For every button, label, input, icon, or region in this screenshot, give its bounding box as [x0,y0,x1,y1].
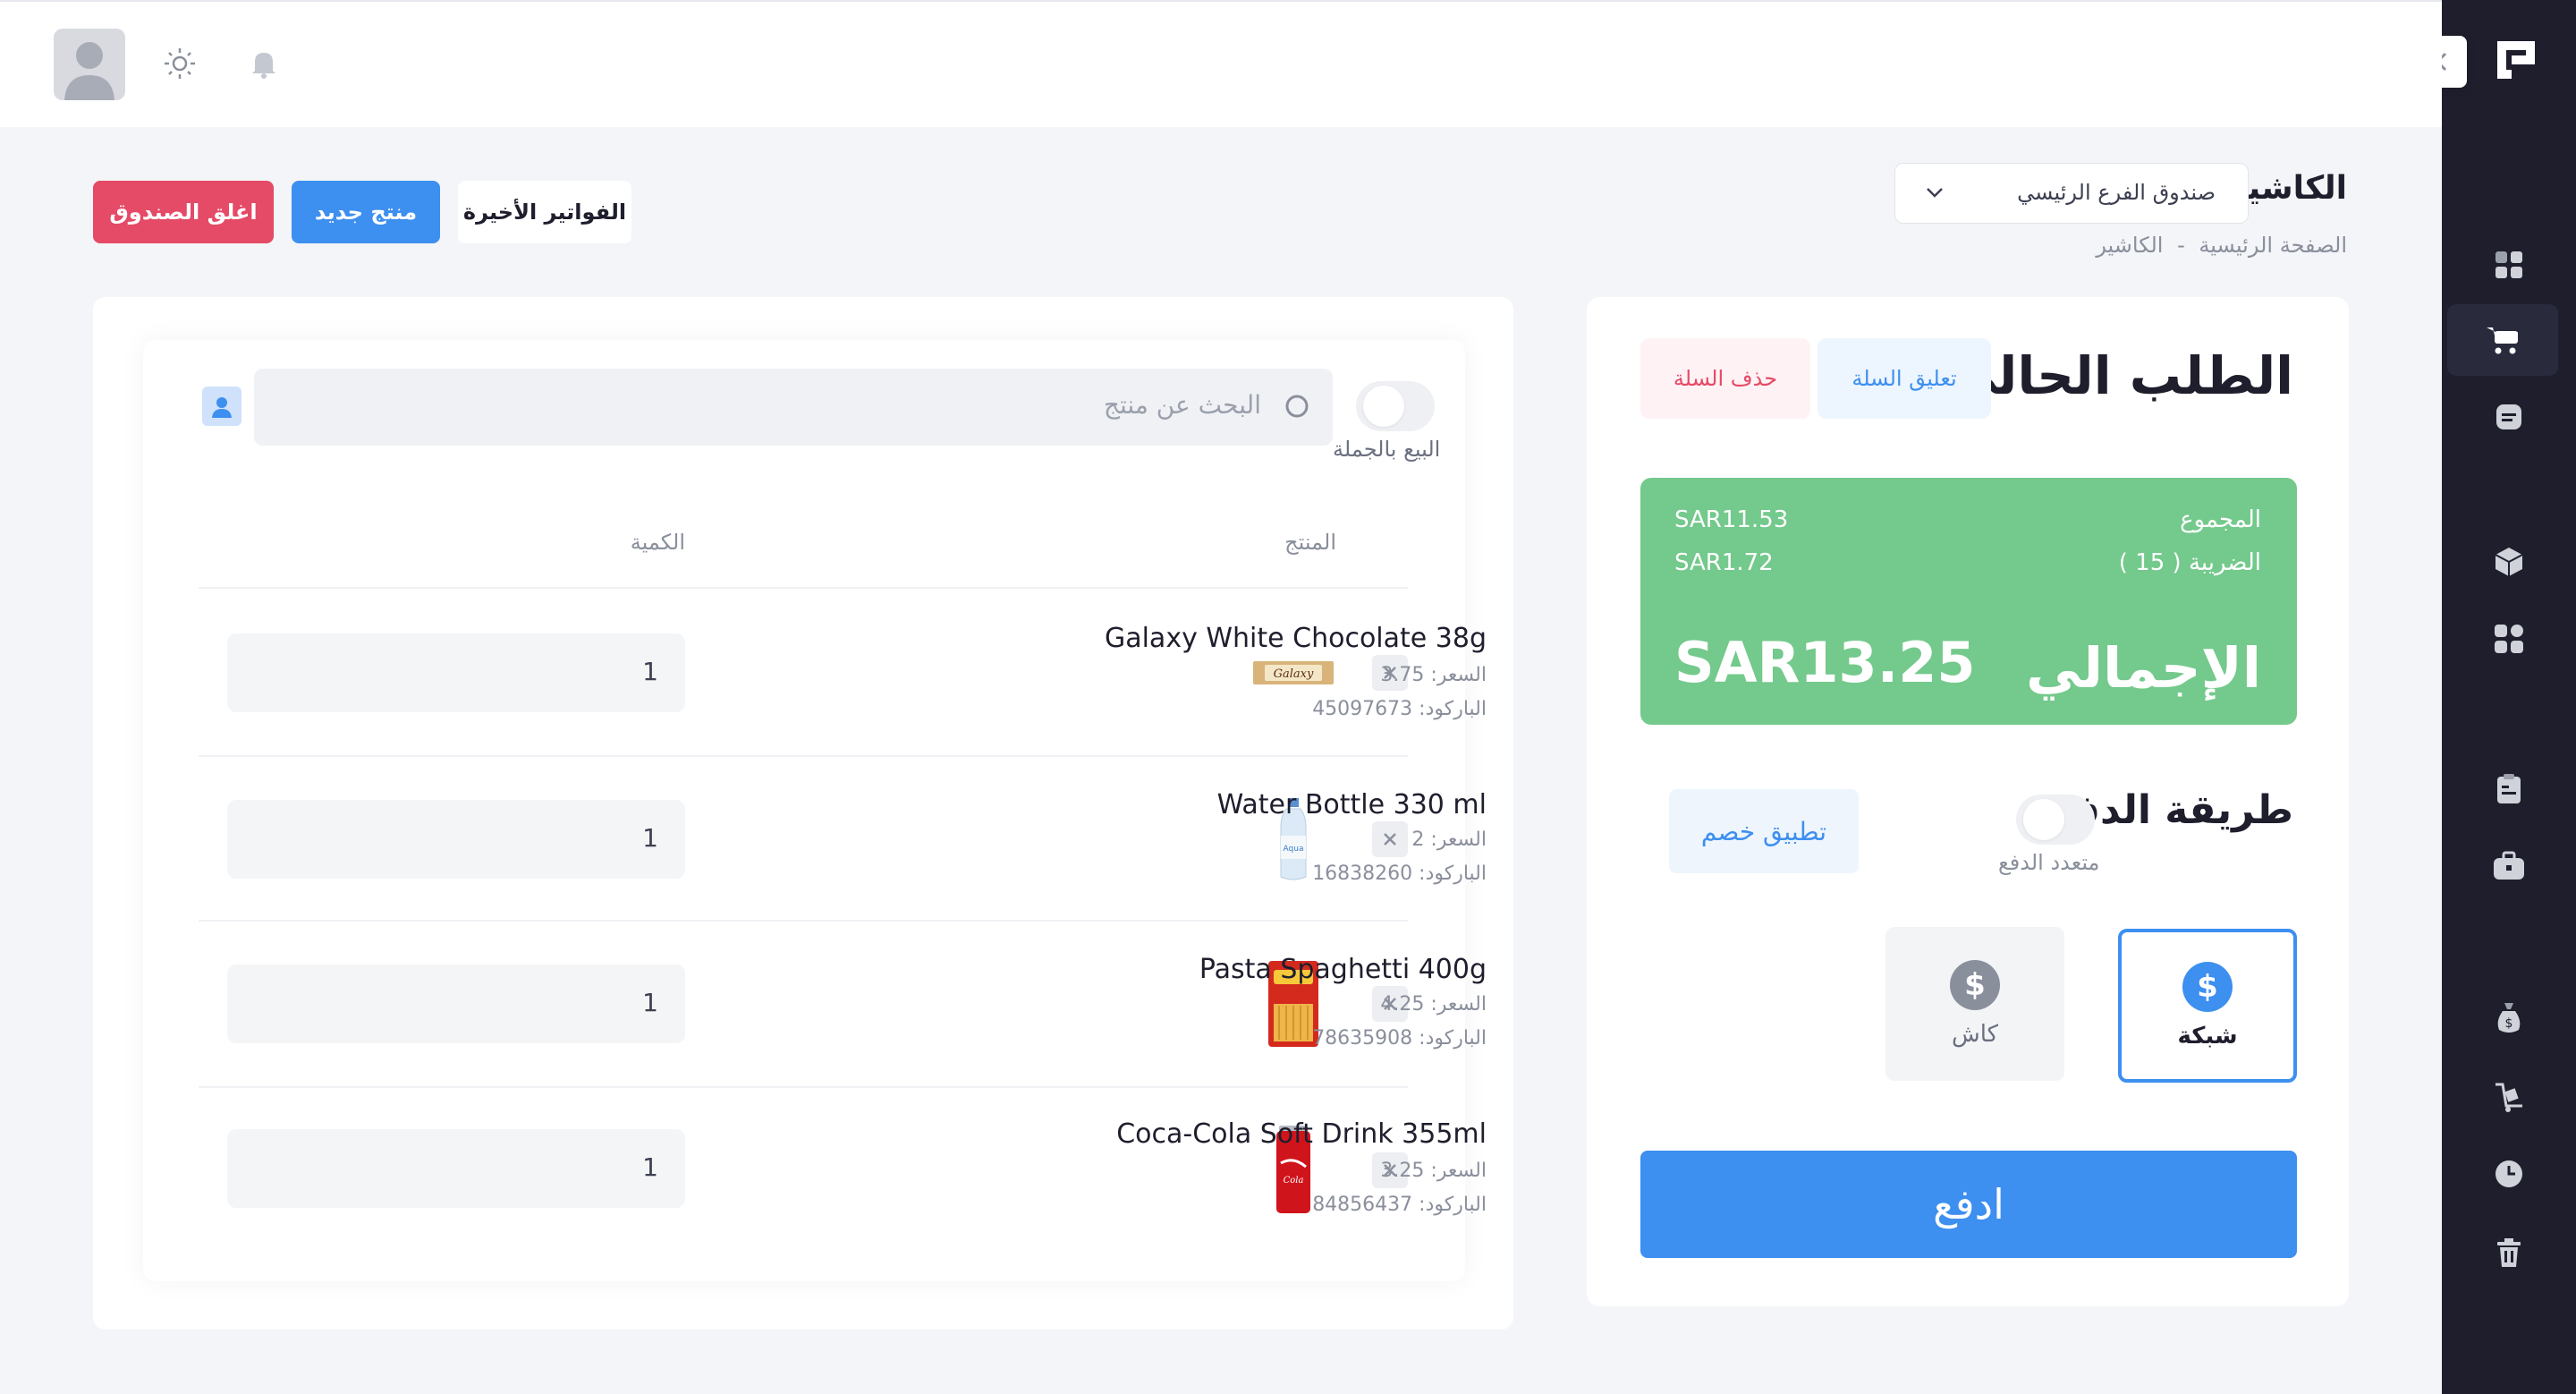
bell-icon[interactable] [242,41,286,86]
product-name: Water Bottle 330 ml [1216,789,1487,820]
quantity-value: 1 [642,823,658,853]
recent-invoices-button[interactable]: الفواتير الأخيرة [458,181,631,243]
user-icon[interactable] [202,387,242,426]
totals-summary: المجموع SAR11.53 الضريبة ( 15 ) SAR1.72 … [1640,478,2297,725]
quantity-input[interactable]: 1 [227,800,685,879]
new-product-button[interactable]: منتج جديد [292,181,440,243]
divider [199,755,1408,757]
invoice-icon[interactable] [2482,390,2536,444]
multi-payment-label: متعدد الدفع [1998,850,2100,875]
divider [199,920,1408,922]
breadcrumb-current: الكاشير [2096,233,2164,258]
order-title: الطلب الحالي [1945,345,2293,406]
breadcrumb-home[interactable]: الصفحة الرئيسية [2199,233,2347,258]
divider [199,587,1408,589]
column-header-quantity: الكمية [630,530,685,555]
product-name: Coca-Cola Soft Drink 355ml [1116,1118,1487,1150]
column-header-product: المنتج [1284,530,1336,555]
payment-option-label: كاش [1951,1021,1999,1048]
payment-option-label: شبكة [2177,1023,2238,1050]
product-barcode: الباركود: 84856437 [1312,1194,1487,1216]
svg-text:$: $ [2505,1016,2513,1031]
logo-icon[interactable] [2494,38,2538,82]
product-barcode: الباركود: 16838260 [1312,863,1487,885]
wholesale-label: البيع بالجملة [1333,437,1441,462]
product-barcode: الباركود: 78635908 [1312,1027,1487,1050]
trolley-icon[interactable] [2482,1070,2536,1124]
box-icon[interactable] [2482,535,2536,589]
dollar-icon: $ [2182,962,2233,1012]
tax-value: SAR1.72 [1674,549,1774,576]
divider [199,1086,1408,1088]
subtotal-value: SAR11.53 [1674,506,1789,533]
cash-drawer-select[interactable]: صندوق الفرع الرئيسي [1894,163,2249,224]
cart-icon[interactable] [2447,304,2558,376]
quantity-value: 1 [642,988,658,1017]
hold-cart-button[interactable]: تعليق السلة [1818,338,1991,419]
search-placeholder: البحث عن منتج [1103,390,1261,420]
product-price: السعر: 4.25 [1380,993,1487,1016]
svg-text:Galaxy: Galaxy [1274,667,1314,681]
multi-payment-toggle[interactable] [2016,795,2095,845]
clear-cart-button[interactable]: حذف السلة [1640,338,1810,419]
chevron-down-icon [1922,180,1947,208]
clipboard-icon[interactable] [2482,762,2536,816]
quantity-input[interactable]: 1 [227,965,685,1043]
grand-total-label: الإجمالي [2026,635,2261,701]
grand-total-value: SAR13.25 [1674,630,1976,695]
svg-text:Cola: Cola [1284,1176,1304,1186]
breadcrumb-separator: - [2177,233,2185,258]
tax-label: الضريبة ( 15 ) [2118,549,2261,576]
product-name: Galaxy White Chocolate 38g [1104,623,1487,654]
dollar-icon: $ [1950,960,2000,1010]
subtotal-label: المجموع [2180,506,2261,533]
quantity-input[interactable]: 1 [227,1129,685,1208]
briefcase-icon[interactable] [2482,839,2536,893]
product-price: السعر: 3.25 [1380,1160,1487,1182]
cash-drawer-select-value: صندوق الفرع الرئيسي [2017,180,2216,205]
svg-text:Aqua: Aqua [1284,845,1304,854]
product-price: السعر: 3.75 [1380,664,1487,686]
close-drawer-button[interactable]: اغلق الصندوق [93,181,274,243]
top-bar [0,0,2442,127]
breadcrumb: الصفحة الرئيسية - الكاشير [2089,233,2347,258]
pay-button[interactable]: ادفع [1640,1151,2297,1258]
product-name: Pasta Spaghetti 400g [1199,954,1487,985]
close-icon [1384,833,1396,846]
quantity-input[interactable]: 1 [227,633,685,712]
clock-icon[interactable] [2482,1147,2536,1201]
product-barcode: الباركود: 45097673 [1312,698,1487,720]
money-bag-icon[interactable]: $ [2482,991,2536,1045]
search-icon [1283,392,1313,426]
sun-icon[interactable] [157,41,202,86]
trash-icon[interactable] [2482,1226,2536,1279]
avatar[interactable] [54,29,125,100]
wholesale-toggle[interactable] [1356,381,1435,431]
payment-option-cash[interactable]: $ كاش [1885,927,2064,1081]
dashboard-icon[interactable] [2482,238,2536,292]
apply-discount-button[interactable]: تطبيق خصم [1669,789,1859,873]
quantity-value: 1 [642,1152,658,1182]
payment-option-network[interactable]: $ شبكة [2118,929,2297,1083]
remove-item-button[interactable] [1372,821,1408,857]
search-input[interactable]: البحث عن منتج [254,369,1333,446]
product-price: السعر: 2 [1411,829,1487,851]
quantity-value: 1 [642,657,658,686]
apps-icon[interactable] [2482,612,2536,666]
